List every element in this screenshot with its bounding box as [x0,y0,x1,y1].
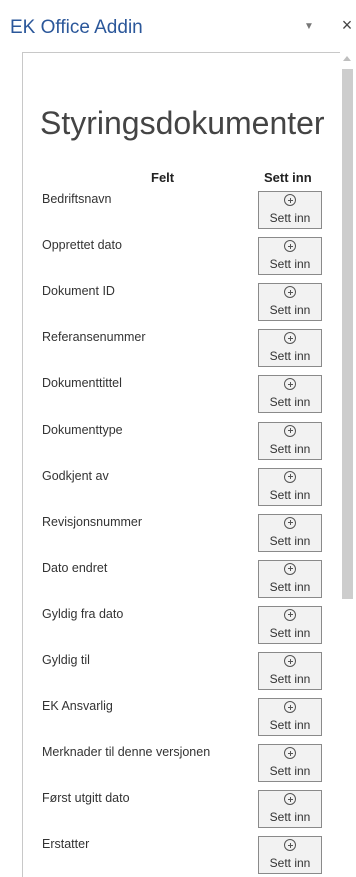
page-title: Styringsdokumenter [40,105,325,141]
field-row: Gyldig til Sett inn [40,652,330,698]
field-row: Dokument ID Sett inn [40,283,330,329]
pane-title: EK Office Addin [10,17,143,38]
insert-button-label: Sett inn [269,303,311,318]
insert-field-button[interactable]: Sett inn [258,790,322,829]
plus-circle-icon [284,194,296,206]
insert-field-button[interactable]: Sett inn [258,237,322,276]
insert-field-button[interactable]: Sett inn [258,283,322,322]
insert-field-button[interactable]: Sett inn [258,191,322,229]
field-label: Erstatter [42,837,90,852]
plus-circle-icon [284,839,296,852]
plus-circle-icon [284,701,296,714]
plus-circle-icon [284,562,296,575]
field-row: Dokumenttype Sett inn [40,421,330,468]
plus-circle-icon [284,608,296,621]
insert-field-button[interactable]: Sett inn [258,329,322,368]
insert-button-label: Sett inn [269,856,311,871]
insert-field-button[interactable]: Sett inn [258,836,322,875]
vertical-scrollbar[interactable] [340,52,356,877]
plus-circle-icon [284,378,296,391]
insert-field-button[interactable]: Sett inn [258,375,322,414]
field-row: Opprettet dato Sett inn [40,237,330,283]
insert-button-label: Sett inn [269,718,311,733]
field-label: Først utgitt dato [42,791,130,806]
insert-button-label: Sett inn [269,672,311,686]
field-label: Dokument ID [42,284,115,299]
field-label: Gyldig fra dato [42,606,124,621]
field-row: Bedriftsnavn Sett inn [40,191,330,237]
field-label: Referansenummer [42,330,146,345]
scroll-thumb[interactable] [342,69,353,599]
column-header-insert: Sett inn [264,170,312,185]
field-label: Merknader til denne versjonen [42,745,211,760]
insert-button-label: Sett inn [269,441,311,456]
plus-circle-icon [284,655,296,667]
insert-button-label: Sett inn [269,764,311,779]
insert-button-label: Sett inn [269,625,311,640]
field-label: Revisjonsnummer [42,514,143,529]
task-pane: EK Office Addin ▼ × Styringsdokumenter F… [0,0,356,877]
field-label: Dokumenttittel [42,376,122,391]
plus-circle-icon [284,516,296,529]
insert-field-button[interactable]: Sett inn [258,559,322,598]
insert-button-label: Sett inn [269,211,311,225]
field-row: Erstatter Sett inn [40,836,330,877]
plus-circle-icon [284,793,296,806]
insert-button-label: Sett inn [269,257,311,272]
chevron-down-icon[interactable]: ▼ [302,20,316,34]
plus-circle-icon [284,286,296,299]
insert-button-label: Sett inn [269,579,311,594]
insert-field-button[interactable]: Sett inn [258,698,322,737]
field-row: Godkjent av Sett inn [40,467,330,514]
plus-circle-icon [284,470,296,483]
insert-field-button[interactable]: Sett inn [258,652,322,690]
insert-button-label: Sett inn [269,810,311,825]
field-row: Referansenummer Sett inn [40,329,330,375]
insert-field-button[interactable]: Sett inn [258,744,322,783]
plus-circle-icon [284,332,296,345]
field-row: Merknader til denne versjonen Sett inn [40,744,330,790]
field-label: Bedriftsnavn [42,192,112,206]
field-label: Dokumenttype [42,422,123,437]
insert-field-button[interactable]: Sett inn [258,513,322,552]
plus-circle-icon [284,747,296,760]
field-row: Dato endret Sett inn [40,559,330,606]
field-row: EK Ansvarlig Sett inn [40,698,330,744]
insert-field-button[interactable]: Sett inn [258,605,322,644]
field-row: Revisjonsnummer Sett inn [40,513,330,560]
field-row: Gyldig fra dato Sett inn [40,605,330,652]
close-icon[interactable]: × [338,16,356,34]
column-header-field: Felt [151,170,175,185]
insert-field-button[interactable]: Sett inn [258,421,322,460]
field-row: Først utgitt dato Sett inn [40,790,330,836]
field-label: Opprettet dato [42,238,122,253]
insert-button-label: Sett inn [269,349,311,364]
plus-circle-icon [284,424,296,437]
insert-field-button[interactable]: Sett inn [258,467,322,506]
insert-button-label: Sett inn [269,487,311,502]
scroll-up-arrow-icon[interactable] [343,56,351,61]
plus-circle-icon [284,240,296,253]
field-label: EK Ansvarlig [42,699,113,714]
pane-header: EK Office Addin ▼ × [0,0,356,44]
field-row: Dokumenttittel Sett inn [40,375,330,421]
insert-button-label: Sett inn [269,395,311,410]
field-label: Dato endret [42,560,108,575]
field-label: Gyldig til [42,653,90,667]
insert-button-label: Sett inn [269,533,311,548]
field-label: Godkjent av [42,468,109,483]
